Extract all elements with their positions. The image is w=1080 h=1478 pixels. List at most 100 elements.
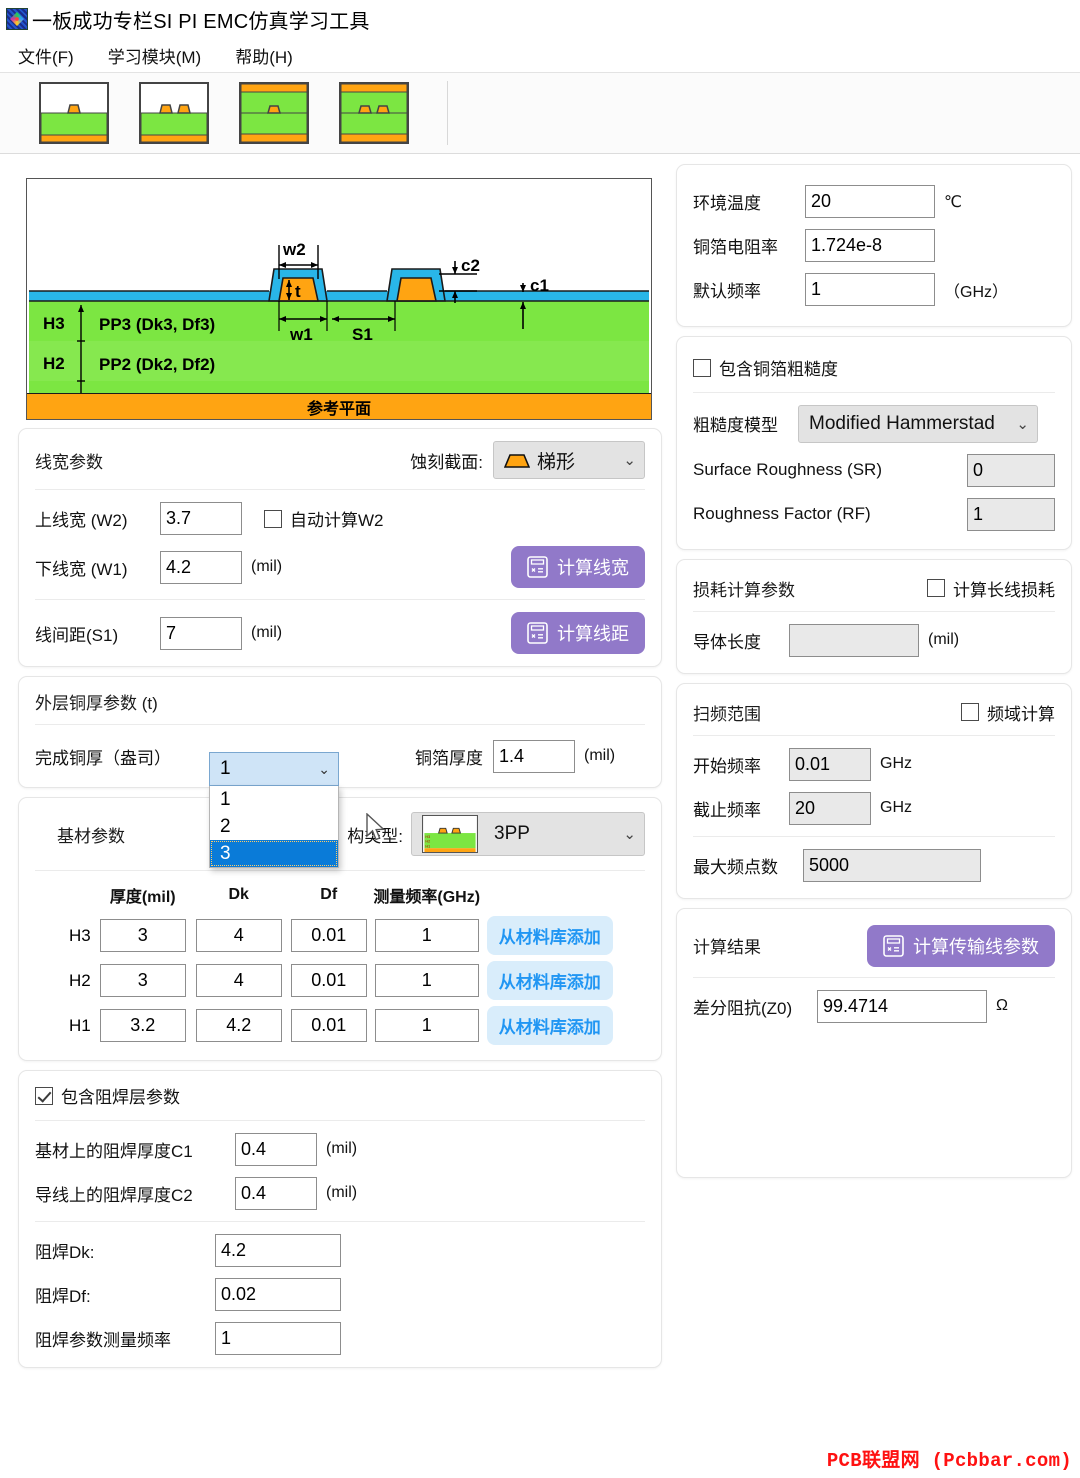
c2-input[interactable] — [235, 1176, 317, 1210]
h3-df-input[interactable] — [290, 919, 367, 952]
w1-input[interactable] — [160, 550, 242, 584]
h3-dk-input[interactable] — [195, 919, 282, 952]
application-window: 一板成功专栏SI PI EMC仿真学习工具 文件(F) 学习模块(M) 帮助(H… — [0, 0, 1080, 1478]
start-frequency-input[interactable] — [789, 747, 871, 781]
finished-copper-option-2[interactable]: 2 — [210, 813, 338, 840]
long-line-loss-checkbox[interactable]: 计算长线损耗 — [927, 576, 1055, 601]
s1-input[interactable] — [160, 616, 242, 650]
h1-add-from-library-button[interactable]: 从材料库添加 — [486, 1006, 613, 1045]
include-roughness-label: 包含铜箔粗糙度 — [719, 360, 838, 379]
header-action — [483, 883, 617, 913]
w1-unit: (mil) — [251, 558, 283, 575]
window-title: 一板成功专栏SI PI EMC仿真学习工具 — [32, 10, 370, 33]
right-panel: 环境温度 ℃ 铜箔电阻率 默认频率 （GHz） 包含铜箔粗糙 — [676, 164, 1072, 1472]
temperature-unit: ℃ — [944, 193, 962, 211]
h1-thickness-input[interactable] — [99, 1009, 186, 1042]
toolbar — [0, 72, 1080, 154]
toolbar-microstrip-diff[interactable] — [138, 80, 210, 146]
finished-copper-combobox[interactable]: 1 ⌄ 1 2 3 — [209, 752, 339, 868]
w2-input[interactable] — [160, 502, 242, 535]
impedance-input[interactable] — [817, 989, 987, 1023]
checkbox-box — [927, 579, 945, 597]
calculate-transmission-line-button[interactable]: 计算传输线参数 — [867, 924, 1055, 967]
differential-stripline-icon — [339, 82, 409, 144]
h2-freq-input[interactable] — [374, 964, 479, 997]
temperature-input[interactable] — [805, 185, 935, 218]
h2-thickness-input[interactable] — [99, 964, 186, 997]
h3-freq-input[interactable] — [374, 919, 479, 952]
h2-df-input[interactable] — [290, 964, 367, 997]
c2-unit: (mil) — [326, 1184, 358, 1201]
roughness-model-value: Modified Hammerstad — [809, 412, 995, 434]
conductor-length-input[interactable] — [789, 623, 919, 657]
roughness-model-select[interactable]: Modified Hammerstad ⌄ — [798, 404, 1038, 443]
sweep-title: 扫频范围 — [693, 704, 761, 724]
soldermask-freq-input[interactable] — [215, 1321, 341, 1355]
include-roughness-checkbox[interactable]: 包含铜箔粗糙度 — [693, 355, 838, 380]
w2-label: 上线宽 (W2) — [35, 511, 128, 530]
diagram-reference-plane: 参考平面 — [27, 393, 651, 419]
h3-thickness-input[interactable] — [99, 919, 186, 952]
h2-dk-input[interactable] — [195, 964, 282, 997]
watermark: PCB联盟网 (Pcbbar.com) — [826, 1450, 1072, 1472]
calculate-line-width-button[interactable]: 计算线宽 — [511, 546, 645, 588]
roughness-factor-input[interactable] — [967, 497, 1055, 531]
sweep-header: 扫频范围 频域计算 — [693, 700, 1055, 725]
stop-frequency-unit: GHz — [880, 799, 912, 816]
auto-w2-checkbox[interactable]: 自动计算W2 — [264, 506, 384, 531]
frequency-domain-checkbox[interactable]: 频域计算 — [961, 700, 1055, 725]
toolbar-microstrip-single[interactable] — [38, 80, 110, 146]
h1-dk-input[interactable] — [195, 1009, 282, 1042]
h3-add-from-library-button[interactable]: 从材料库添加 — [486, 916, 613, 955]
stop-frequency-input[interactable] — [789, 791, 871, 825]
finished-copper-option-1[interactable]: 1 — [210, 786, 338, 813]
menu-help[interactable]: 帮助(H) — [233, 41, 295, 70]
results-header: 计算结果 计算传输线参数 — [693, 924, 1055, 967]
loss-card: 损耗计算参数 计算长线损耗 导体长度 (mil) — [676, 558, 1072, 674]
w1-row: 下线宽 (W1) (mil) 计算线宽 — [35, 546, 645, 588]
h1-freq-input[interactable] — [374, 1009, 479, 1042]
stackup-diagram: w2 t w1 S1 c2 c1 H3 H2 PP3 (Dk3, Df3) PP… — [26, 178, 652, 420]
chevron-down-icon: ⌄ — [318, 760, 330, 777]
finished-copper-combobox-head[interactable]: 1 ⌄ — [209, 752, 339, 786]
roughness-model-label: 粗糙度模型 — [693, 416, 778, 435]
structure-type-select[interactable]: H3 H2 H1 3PP ⌄ — [411, 812, 645, 856]
start-frequency-row: 开始频率 GHz — [693, 747, 1055, 781]
etch-profile-value: 梯形 — [537, 451, 576, 473]
conductor-length-unit: (mil) — [928, 631, 960, 648]
calculator-icon — [527, 622, 548, 644]
default-frequency-unit: （GHz） — [944, 283, 1009, 301]
toolbar-stripline-single[interactable] — [238, 80, 310, 146]
h1-df-input[interactable] — [290, 1009, 367, 1042]
impedance-unit: Ω — [996, 997, 1008, 1014]
impedance-row: 差分阻抗(Z0) Ω — [693, 989, 1055, 1023]
menu-file[interactable]: 文件(F) — [16, 41, 76, 70]
diagram-label-w2: w2 — [282, 240, 306, 259]
resistivity-input[interactable] — [805, 229, 935, 262]
max-points-input[interactable] — [803, 848, 981, 882]
menu-modules[interactable]: 学习模块(M) — [106, 41, 203, 70]
soldermask-dk-input[interactable] — [215, 1233, 341, 1267]
chevron-down-icon: ⌄ — [623, 826, 636, 843]
c1-input[interactable] — [235, 1132, 317, 1166]
surface-roughness-input[interactable] — [967, 453, 1055, 487]
long-line-loss-label: 计算长线损耗 — [953, 580, 1055, 600]
table-row: H2 从材料库添加 — [65, 958, 617, 1003]
finished-copper-option-3[interactable]: 3 — [210, 840, 338, 867]
etch-profile-select[interactable]: 梯形 ⌄ — [493, 441, 645, 479]
foil-thickness-input[interactable] — [493, 739, 575, 773]
row-label-h2: H2 — [69, 970, 91, 990]
header-df: Df — [320, 886, 338, 903]
h2-add-from-library-button[interactable]: 从材料库添加 — [486, 961, 613, 1000]
toolbar-stripline-diff[interactable] — [338, 80, 410, 146]
soldermask-df-input[interactable] — [215, 1277, 341, 1311]
max-points-row: 最大频点数 — [693, 848, 1055, 882]
start-frequency-unit: GHz — [880, 755, 912, 772]
default-frequency-input[interactable] — [805, 273, 935, 306]
calculate-line-spacing-button[interactable]: 计算线距 — [511, 612, 645, 654]
include-soldermask-checkbox[interactable]: 包含阻焊层参数 — [35, 1083, 180, 1108]
menu-modules-label: 学习模块(M) — [107, 47, 202, 67]
sweep-card: 扫频范围 频域计算 开始频率 GHz 截止频率 GHz — [676, 682, 1072, 899]
calculate-line-width-label: 计算线宽 — [557, 558, 629, 578]
checkbox-box — [961, 703, 979, 721]
